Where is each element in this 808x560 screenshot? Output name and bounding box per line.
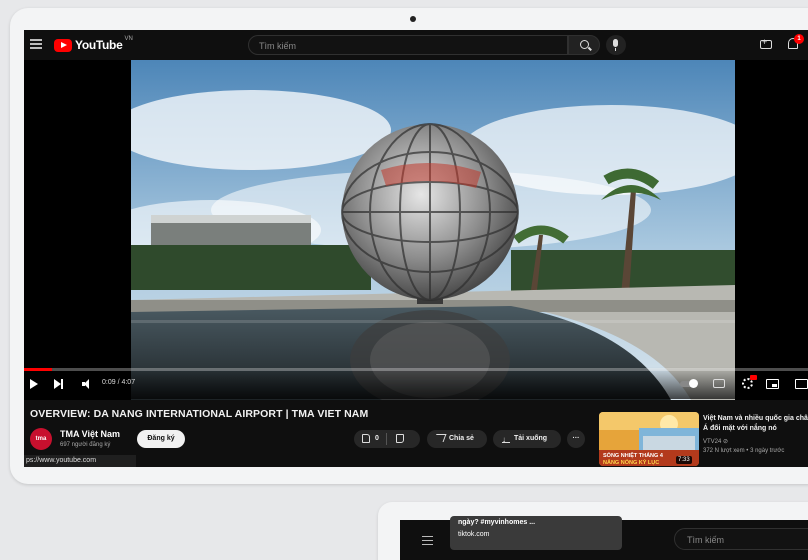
video-title: OVERVIEW: DA NANG INTERNATIONAL AIRPORT … <box>30 408 369 420</box>
subscribe-button[interactable]: Đăng ký <box>137 430 185 448</box>
autoplay-toggle[interactable] <box>680 379 698 388</box>
top-bar: YouTube VN 1 <box>24 30 808 60</box>
next-video-icon[interactable] <box>54 379 64 389</box>
video-frame[interactable] <box>131 60 735 400</box>
tooltip-domain: tiktok.com <box>458 531 490 538</box>
tooltip-title: ngày? #myvinhomes ... <box>458 519 536 526</box>
share-button[interactable]: Chia sẻ <box>427 430 487 448</box>
second-search-box <box>674 528 808 550</box>
download-button[interactable]: Tải xuống <box>493 430 561 449</box>
search-input[interactable] <box>259 39 559 53</box>
microphone-icon <box>613 39 618 51</box>
theater-mode-icon[interactable] <box>795 379 808 389</box>
youtube-window: YouTube VN 1 <box>24 30 808 467</box>
search-box <box>248 35 568 55</box>
webcam-dot <box>410 16 416 22</box>
search-button[interactable] <box>568 35 600 55</box>
notifications-badge: 1 <box>794 34 804 44</box>
youtube-logo[interactable]: YouTube VN <box>54 36 133 52</box>
thumb-caption-2: NẮNG NÓNG KỶ LỤC <box>603 458 659 466</box>
like-dislike-group: 0 <box>354 430 420 448</box>
second-menu-icon[interactable] <box>422 536 433 545</box>
related-video-title[interactable]: Việt Nam và nhiều quốc gia châu Á đối mặ… <box>703 414 808 434</box>
desktop-background: YouTube VN 1 <box>0 0 808 560</box>
download-label: Tải xuống <box>514 435 548 442</box>
search-icon <box>580 40 589 49</box>
youtube-play-icon <box>54 38 72 52</box>
like-count[interactable]: 0 <box>375 430 379 448</box>
miniplayer-icon[interactable] <box>766 379 779 389</box>
play-icon[interactable] <box>30 379 38 389</box>
status-url: ps://www.youtube.com <box>24 455 136 467</box>
progress-fill <box>24 368 53 371</box>
logo-text: YouTube <box>75 38 123 52</box>
channel-name[interactable]: TMA Việt Nam <box>60 429 120 439</box>
menu-icon[interactable] <box>30 39 42 49</box>
create-video-icon[interactable] <box>760 37 772 49</box>
volume-icon[interactable] <box>82 379 92 389</box>
share-icon <box>433 434 447 442</box>
subtitles-icon[interactable] <box>713 379 725 388</box>
like-thumb-icon[interactable] <box>362 434 370 443</box>
more-actions-button[interactable]: ··· <box>567 430 585 448</box>
voice-search-button[interactable] <box>606 35 626 55</box>
second-search-input[interactable] <box>687 533 807 547</box>
like-divider <box>386 433 387 445</box>
thumb-caption-1: SÓNG NHIỆT THÁNG 4 <box>603 451 664 459</box>
hd-badge <box>750 375 757 380</box>
region-code: VN <box>124 36 133 42</box>
dislike-thumb-icon[interactable] <box>396 434 404 443</box>
related-channel[interactable]: VTV24 ⊘ <box>703 438 728 445</box>
progress-bar[interactable] <box>24 368 808 371</box>
time-display: 0:09 / 4:07 <box>102 379 136 386</box>
link-tooltip: ngày? #myvinhomes ... tiktok.com <box>450 516 622 550</box>
subscriber-count: 697 người đăng ký <box>60 442 111 448</box>
related-duration: 7:33 <box>676 456 692 464</box>
download-icon <box>502 431 510 449</box>
video-player[interactable] <box>24 60 808 400</box>
channel-avatar[interactable]: tma <box>30 428 52 450</box>
video-still-airport-sphere <box>131 60 735 400</box>
share-label: Chia sẻ <box>449 435 474 442</box>
related-meta: 372 N lượt xem • 3 ngày trước <box>703 448 785 454</box>
